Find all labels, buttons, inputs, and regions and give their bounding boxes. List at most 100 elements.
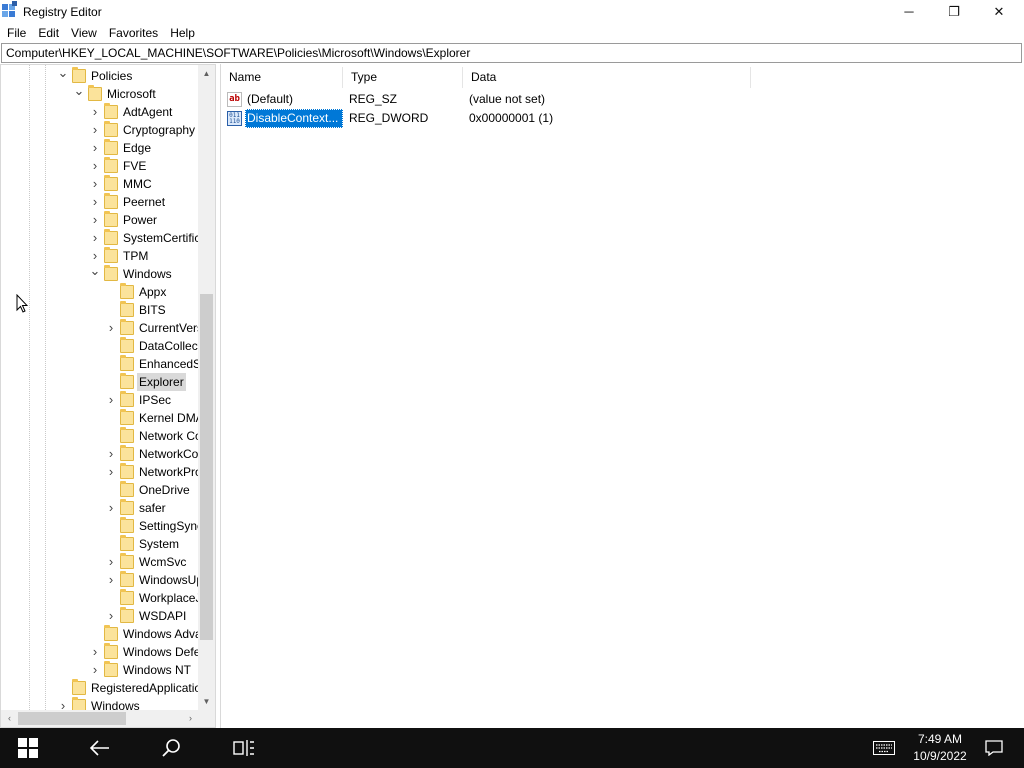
menu-help[interactable]: Help xyxy=(164,23,201,43)
tree-item[interactable]: › Windows xyxy=(1,697,199,710)
tree-item[interactable]: ⌄ Policies xyxy=(1,66,199,85)
menu-edit[interactable]: Edit xyxy=(32,23,65,43)
value-name: DisableContext... xyxy=(245,109,343,128)
expand-chevron-icon[interactable]: › xyxy=(89,157,101,175)
scroll-right-arrow-icon[interactable]: › xyxy=(182,710,199,727)
tree-horizontal-scrollbar[interactable]: ‹ › xyxy=(1,710,199,727)
tree-item[interactable]: › AdtAgent xyxy=(1,103,199,121)
collapse-chevron-icon[interactable]: ⌄ xyxy=(73,84,85,103)
tree-item[interactable]: WorkplaceJ xyxy=(1,589,199,607)
tree-item[interactable]: › TPM xyxy=(1,247,199,265)
expand-chevron-icon[interactable]: › xyxy=(89,229,101,247)
tree-item[interactable]: › Peernet xyxy=(1,193,199,211)
folder-icon xyxy=(120,391,134,407)
tree-item[interactable]: › MMC xyxy=(1,175,199,193)
touch-keyboard-button[interactable] xyxy=(860,728,908,768)
collapse-chevron-icon[interactable]: ⌄ xyxy=(89,264,101,283)
folder-icon xyxy=(104,661,118,677)
expand-chevron-icon[interactable]: › xyxy=(89,139,101,157)
tree-item[interactable]: › Windows NT xyxy=(1,661,199,679)
tree-item[interactable]: RegisteredApplicatio xyxy=(1,679,199,697)
clock-time: 7:49 AM xyxy=(917,732,963,746)
collapse-chevron-icon[interactable]: ⌄ xyxy=(57,66,69,85)
scroll-left-arrow-icon[interactable]: ‹ xyxy=(1,710,18,727)
expand-chevron-icon[interactable]: › xyxy=(105,499,117,517)
tree-item[interactable]: › safer xyxy=(1,499,199,517)
value-row[interactable]: ab (Default) REG_SZ (value not set) xyxy=(221,90,1024,109)
tree-item[interactable]: › NetworkPro xyxy=(1,463,199,481)
tree-item[interactable]: OneDrive xyxy=(1,481,199,499)
tree-item[interactable]: › Windows Defe xyxy=(1,643,199,661)
tree-item-label: Cryptography xyxy=(123,123,196,137)
tree-vertical-scrollbar[interactable]: ▲ ▼ xyxy=(198,65,215,710)
tree-item[interactable]: › Cryptography xyxy=(1,121,199,139)
tree-item[interactable]: Windows Adva xyxy=(1,625,199,643)
address-bar[interactable]: Computer\HKEY_LOCAL_MACHINE\SOFTWARE\Pol… xyxy=(1,43,1022,63)
tree-item[interactable]: BITS xyxy=(1,301,199,319)
folder-icon xyxy=(72,67,86,83)
value-row[interactable]: 011 110 DisableContext... REG_DWORD 0x00000… xyxy=(221,109,1024,128)
tree-item[interactable]: › IPSec xyxy=(1,391,199,409)
back-button[interactable] xyxy=(76,728,124,768)
expand-chevron-icon[interactable]: › xyxy=(105,571,117,589)
tree-item-label: FVE xyxy=(123,159,147,173)
tree-item[interactable]: ⌄ Microsoft xyxy=(1,84,199,103)
tree-item[interactable]: › WSDAPI xyxy=(1,607,199,625)
maximize-button[interactable]: ❐ xyxy=(931,0,977,23)
expand-chevron-icon[interactable]: › xyxy=(105,319,117,337)
expand-chevron-icon[interactable]: › xyxy=(105,391,117,409)
tree-item[interactable]: › FVE xyxy=(1,157,199,175)
tree-item-label: WorkplaceJ xyxy=(139,591,199,605)
tree-item[interactable]: › WindowsUp xyxy=(1,571,199,589)
minimize-button[interactable]: ─ xyxy=(886,0,932,23)
value-type: REG_SZ xyxy=(349,92,398,106)
tree-item[interactable]: › SystemCertific xyxy=(1,229,199,247)
tree-item[interactable]: System xyxy=(1,535,199,553)
expand-chevron-icon[interactable]: › xyxy=(105,553,117,571)
start-button[interactable] xyxy=(4,728,52,768)
tree-item[interactable]: Appx xyxy=(1,283,199,301)
scroll-down-arrow-icon[interactable]: ▼ xyxy=(198,693,215,710)
expand-chevron-icon[interactable]: › xyxy=(89,211,101,229)
tree-item[interactable]: › WcmSvc xyxy=(1,553,199,571)
tree-item[interactable]: › Power xyxy=(1,211,199,229)
tree-item[interactable]: Kernel DMA xyxy=(1,409,199,427)
expand-chevron-icon[interactable]: › xyxy=(57,697,69,710)
tree-item[interactable]: › Edge xyxy=(1,139,199,157)
action-center-button[interactable] xyxy=(970,728,1018,768)
expand-chevron-icon[interactable]: › xyxy=(105,445,117,463)
tree-item-label: NetworkCo xyxy=(139,447,199,461)
tree-item[interactable]: SettingSync xyxy=(1,517,199,535)
column-header-type[interactable]: Type xyxy=(343,67,463,88)
close-button[interactable]: ✕ xyxy=(976,0,1022,23)
expand-chevron-icon[interactable]: › xyxy=(89,661,101,679)
scroll-up-arrow-icon[interactable]: ▲ xyxy=(198,65,215,82)
tree-item[interactable]: Explorer xyxy=(1,373,199,391)
menu-favorites[interactable]: Favorites xyxy=(103,23,164,43)
scroll-thumb[interactable] xyxy=(18,712,126,725)
expand-chevron-icon[interactable]: › xyxy=(89,643,101,661)
tree-item[interactable]: DataCollect xyxy=(1,337,199,355)
column-header-data[interactable]: Data xyxy=(463,67,751,88)
menu-file[interactable]: File xyxy=(0,23,32,43)
expand-chevron-icon[interactable]: › xyxy=(89,121,101,139)
search-button[interactable] xyxy=(148,728,196,768)
column-header-name[interactable]: Name xyxy=(221,67,343,88)
task-view-button[interactable] xyxy=(220,728,268,768)
tree-item[interactable]: EnhancedSt xyxy=(1,355,199,373)
expand-chevron-icon[interactable]: › xyxy=(105,463,117,481)
tree-item[interactable]: › NetworkCo xyxy=(1,445,199,463)
back-arrow-icon xyxy=(90,740,109,756)
expand-chevron-icon[interactable]: › xyxy=(105,607,117,625)
system-clock[interactable]: 7:49 AM 10/9/2022 xyxy=(904,731,976,765)
scroll-thumb[interactable] xyxy=(200,294,213,640)
expand-chevron-icon[interactable]: › xyxy=(89,103,101,121)
search-icon xyxy=(162,739,180,757)
expand-chevron-icon[interactable]: › xyxy=(89,193,101,211)
menu-bar: File Edit View Favorites Help xyxy=(0,23,1024,43)
tree-item[interactable]: Network Co xyxy=(1,427,199,445)
tree-item[interactable]: ⌄ Windows xyxy=(1,264,199,283)
tree-item[interactable]: › CurrentVers xyxy=(1,319,199,337)
expand-chevron-icon[interactable]: › xyxy=(89,175,101,193)
menu-view[interactable]: View xyxy=(65,23,103,43)
